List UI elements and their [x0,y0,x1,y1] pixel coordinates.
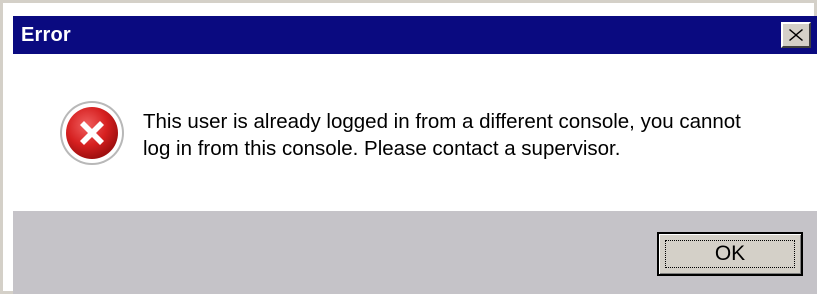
button-bar: OK [13,211,817,294]
dialog-title: Error [21,23,71,46]
message-line-2: log in from this console. Please contact… [143,137,621,160]
close-button[interactable] [781,22,811,48]
ok-button-label: OK [714,242,746,265]
message-line-1: This user is already logged in from a di… [143,110,741,133]
message-area: This user is already logged in from a di… [13,54,817,211]
dialog-body: This user is already logged in from a di… [13,54,817,294]
title-bar[interactable]: Error [13,16,817,54]
close-icon [789,29,803,41]
error-dialog: Error This user is already logged in fro… [0,0,817,294]
error-icon [60,101,124,165]
ok-button[interactable]: OK [657,232,803,276]
error-message: This user is already logged in from a di… [143,108,803,162]
